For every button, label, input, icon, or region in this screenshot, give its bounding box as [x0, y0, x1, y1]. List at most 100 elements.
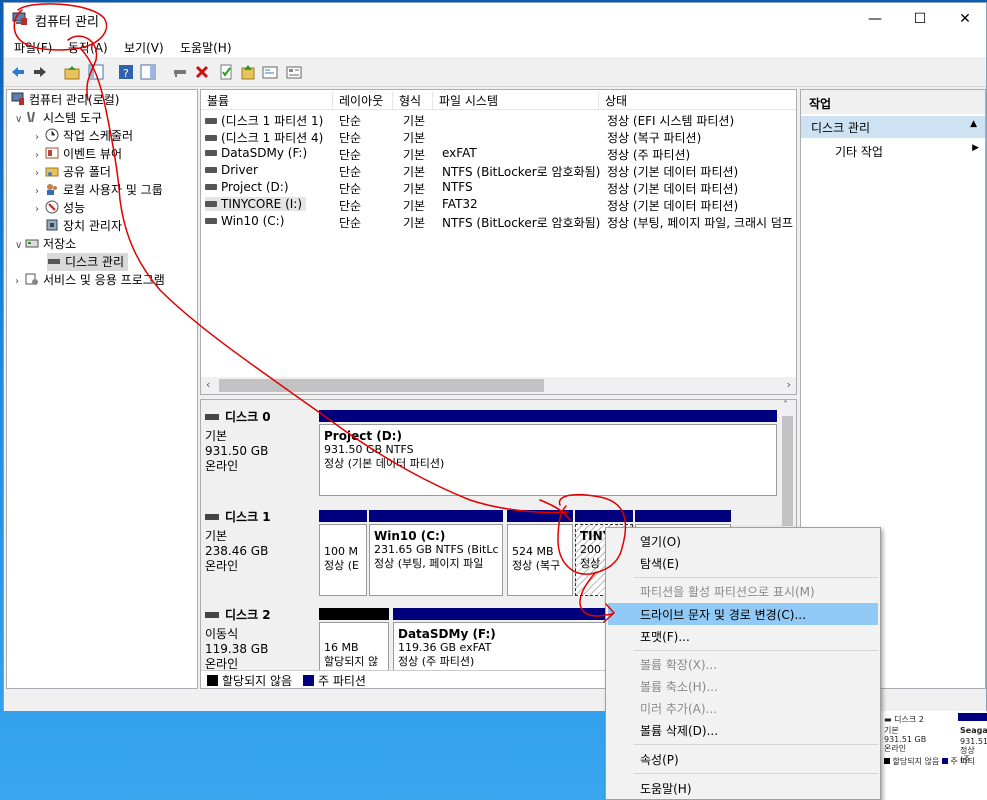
disk2-partition-datasdmy[interactable]: DataSDMy (F:) 119.36 GB exFAT 정상 (주 파티션): [393, 622, 613, 672]
forward-icon[interactable]: [32, 64, 48, 80]
scroll-right-icon[interactable]: ›: [787, 378, 791, 391]
disk2-unallocated[interactable]: 16 MB 할당되지 않: [319, 622, 389, 672]
tree-root-label: 컴퓨터 관리(로컬): [29, 93, 120, 107]
computer-management-icon: [12, 12, 27, 25]
menu-file[interactable]: 파일(F): [14, 39, 52, 56]
show-hide-console-tree-icon[interactable]: [88, 64, 104, 80]
tree-device-manager-label: 장치 관리자: [63, 219, 123, 233]
col-volume[interactable]: 볼륨: [201, 92, 333, 109]
col-type[interactable]: 형식: [393, 92, 433, 109]
menu-separator: [634, 650, 878, 651]
actions-disk-management[interactable]: 디스크 관리 ▲: [801, 116, 985, 138]
table-row[interactable]: (디스크 1 파티션 4) 단순 기본 정상 (복구 파티션): [201, 128, 796, 145]
col-layout[interactable]: 레이아웃: [333, 92, 393, 109]
tree-device-manager[interactable]: 장치 관리자: [45, 217, 122, 235]
cell-status: 정상 (복구 파티션): [607, 131, 702, 145]
tree-shared-folders[interactable]: › 공유 폴더: [35, 163, 111, 181]
table-row[interactable]: Driver 단순 기본 NTFS (BitLocker로 암호화됨) 정상 (기본 데…: [201, 162, 796, 179]
minimize-button[interactable]: —: [852, 3, 898, 35]
tree-storage[interactable]: ∨ 저장소: [15, 235, 76, 253]
scrollbar-thumb[interactable]: [219, 379, 544, 392]
disk2-unallocated-bar: [319, 608, 389, 620]
disk1-partition-win10[interactable]: Win10 (C:) 231.65 GB NTFS (BitLc 정상 (부팅,…: [369, 524, 503, 596]
disk1-partition-recovery[interactable]: 524 MB 정상 (복구: [507, 524, 573, 596]
scrollbar-thumb[interactable]: [782, 416, 793, 526]
tree-disk-management[interactable]: 디스크 관리: [47, 253, 129, 271]
disk1-partition-efi[interactable]: 100 M 정상 (E: [319, 524, 367, 596]
settings-view-icon[interactable]: [286, 64, 302, 80]
delete-icon[interactable]: [194, 64, 210, 80]
tree-performance-label: 성능: [63, 201, 86, 215]
partition-status: 정상 (E: [324, 559, 359, 572]
tree-root[interactable]: 컴퓨터 관리(로컬): [11, 91, 119, 109]
disk2-label[interactable]: 디스크 2 이동식 119.38 GB 온라인: [205, 608, 313, 672]
show-hide-action-pane-icon[interactable]: [140, 64, 156, 80]
menu-format[interactable]: 포맷(F)...: [608, 625, 878, 647]
expand-chevron-icon[interactable]: ∨: [15, 237, 25, 255]
expand-chevron-icon[interactable]: ›: [35, 201, 45, 219]
disk0-size: 931.50 GB: [205, 444, 269, 458]
submenu-arrow-icon: ▶: [972, 143, 979, 153]
title-bar: 컴퓨터 관리 — ☐ ✕: [4, 3, 986, 35]
tree-task-scheduler[interactable]: › 작업 스케줄러: [35, 127, 133, 145]
menu-change-drive-letter[interactable]: 드라이브 문자 및 경로 변경(C)...: [608, 603, 878, 625]
horizontal-scrollbar[interactable]: ‹ ›: [201, 377, 796, 394]
up-folder-icon[interactable]: [64, 64, 80, 80]
col-filesystem[interactable]: 파일 시스템: [433, 92, 599, 109]
disk1-name: 디스크 1: [225, 510, 271, 524]
menu-open[interactable]: 열기(O): [608, 530, 878, 552]
performance-icon: [45, 200, 59, 214]
cell-status: 정상 (EFI 시스템 파티션): [607, 114, 735, 128]
collapse-icon[interactable]: ▲: [970, 119, 977, 129]
disk1-size: 238.46 GB: [205, 544, 269, 558]
disk1-type: 기본: [205, 529, 228, 543]
menu-view[interactable]: 보기(V): [124, 39, 164, 56]
window-title: 컴퓨터 관리: [35, 15, 99, 30]
properties-icon[interactable]: [218, 64, 234, 80]
cell-layout: 단순: [339, 131, 362, 145]
bg-disk-status: 온라인: [884, 744, 907, 753]
cell-volume: Project (D:): [221, 180, 289, 194]
table-row[interactable]: (디스크 1 파티션 1) 단순 기본 정상 (EFI 시스템 파티션): [201, 111, 796, 128]
table-row[interactable]: DataSDMy (F:) 단순 기본 exFAT 정상 (주 파티션): [201, 145, 796, 162]
maximize-button[interactable]: ☐: [897, 3, 943, 35]
table-row[interactable]: TINYCORE (I:) 단순 기본 FAT32 정상 (기본 데이터 파티션): [201, 196, 796, 213]
tree-event-viewer[interactable]: › 이벤트 뷰어: [35, 145, 122, 163]
tree-performance[interactable]: › 성능: [35, 199, 85, 217]
menu-help[interactable]: 도움말(H): [180, 39, 232, 56]
menu-separator: [634, 577, 878, 578]
partition-size: 231.65 GB NTFS (BitLc: [374, 543, 499, 556]
export-icon[interactable]: [262, 64, 278, 80]
tree-system-tools[interactable]: ∨ 시스템 도구: [15, 109, 102, 127]
scroll-up-icon[interactable]: ˄: [783, 400, 788, 411]
back-icon[interactable]: [10, 64, 26, 80]
cell-type: 기본: [403, 148, 426, 162]
scroll-left-icon[interactable]: ‹: [206, 378, 210, 391]
col-status[interactable]: 상태: [599, 92, 798, 109]
cell-layout: 단순: [339, 199, 362, 213]
disk0-partition-project[interactable]: Project (D:) 931.50 GB NTFS 정상 (기본 데이터 파…: [319, 424, 777, 496]
cell-type: 기본: [403, 216, 426, 230]
menu-help-item[interactable]: 도움말(H): [608, 777, 878, 799]
menu-separator: [634, 744, 878, 745]
connect-icon[interactable]: [172, 64, 188, 80]
actions-more[interactable]: 기타 작업 ▶: [801, 140, 985, 162]
table-row[interactable]: Project (D:) 단순 기본 NTFS 정상 (기본 데이터 파티션): [201, 179, 796, 196]
close-button[interactable]: ✕: [942, 3, 987, 35]
help-icon[interactable]: ?: [118, 64, 134, 80]
table-row[interactable]: Win10 (C:) 단순 기본 NTFS (BitLocker로 암호화됨) 정상 (…: [201, 213, 796, 230]
refresh-icon[interactable]: [240, 64, 256, 80]
disk1-label[interactable]: 디스크 1 기본 238.46 GB 온라인: [205, 510, 313, 574]
cell-type: 기본: [403, 182, 426, 196]
menu-action[interactable]: 동작(A): [68, 39, 108, 56]
tree-storage-label: 저장소: [43, 237, 77, 251]
menu-explore[interactable]: 탐색(E): [608, 552, 878, 574]
menu-delete-volume[interactable]: 볼륨 삭제(D)...: [608, 719, 878, 741]
tree-services[interactable]: › 서비스 및 응용 프로그램: [15, 271, 165, 289]
expand-chevron-icon[interactable]: ∨: [15, 111, 25, 129]
disk0-label[interactable]: 디스크 0 기본 931.50 GB 온라인: [205, 410, 313, 474]
cell-volume: DataSDMy (F:): [221, 146, 308, 160]
tree-local-users[interactable]: › 로컬 사용자 및 그룹: [35, 181, 163, 199]
expand-chevron-icon[interactable]: ›: [15, 273, 25, 291]
menu-properties[interactable]: 속성(P): [608, 748, 878, 770]
